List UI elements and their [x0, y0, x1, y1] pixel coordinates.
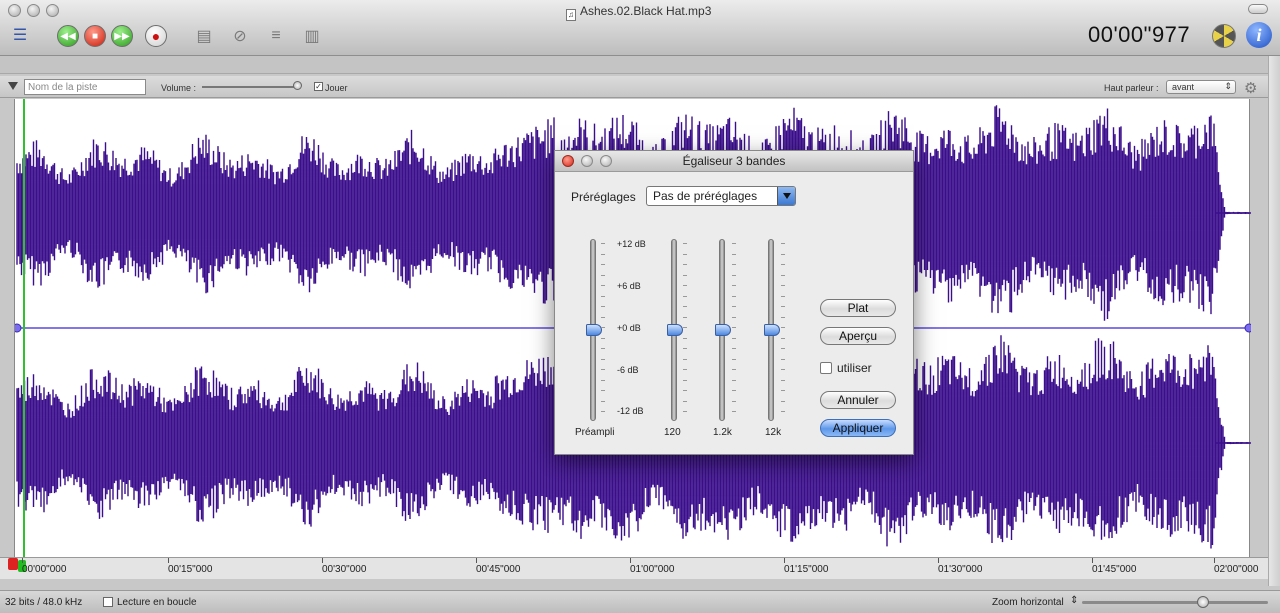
dialog-titlebar: Égaliseur 3 bandes — [555, 151, 913, 172]
dialog-close-button[interactable] — [562, 155, 574, 167]
zoom-slider[interactable] — [1082, 601, 1268, 604]
track-name-input[interactable]: Nom de la piste — [24, 79, 146, 95]
band-12k-slider-knob[interactable] — [764, 324, 780, 336]
db-label: +12 dB — [617, 239, 646, 249]
zoom-stepper-icon[interactable]: ⇕ — [1070, 595, 1078, 606]
window-title-text: Ashes.02.Black Hat.mp3 — [580, 4, 712, 18]
db-label: +0 dB — [617, 323, 641, 333]
zoom-window-button[interactable] — [46, 4, 59, 17]
db-label: -6 dB — [617, 365, 639, 375]
band-120-slider[interactable] — [667, 239, 683, 421]
timeline-ruler[interactable]: 00'00"000 00'15"000 00'30"000 00'45"000 … — [0, 557, 1268, 579]
db-label: +6 dB — [617, 281, 641, 291]
band-12k-slider[interactable] — [764, 239, 780, 421]
gear-icon[interactable]: ⚙ — [1244, 79, 1257, 97]
document-icon: ♫ — [566, 9, 576, 21]
dialog-zoom-button[interactable] — [600, 155, 612, 167]
add-track-icon[interactable]: ▤ — [190, 25, 218, 47]
chevron-down-icon[interactable] — [777, 187, 795, 205]
loop-label: Lecture en boucle — [117, 597, 197, 608]
minimize-window-button[interactable] — [27, 4, 40, 17]
dialog-minimize-button[interactable] — [581, 155, 593, 167]
speaker-value: avant — [1172, 82, 1195, 92]
zoom-label: Zoom horizontal — [992, 597, 1064, 608]
band-label-preamp: Préampli — [575, 427, 615, 438]
equalizer-dialog: Égaliseur 3 bandes Préréglages Pas de pr… — [554, 150, 914, 455]
dialog-title: Égaliseur 3 bandes — [682, 154, 786, 168]
loop-checkbox[interactable] — [103, 597, 113, 607]
timeline-tick: 00'45"000 — [476, 558, 521, 575]
volume-label: Volume : — [161, 83, 197, 93]
preamp-tick-marks — [601, 243, 606, 415]
timeline-tick: 01'45"000 — [1092, 558, 1137, 575]
speaker-select[interactable]: avant — [1166, 80, 1236, 94]
presets-value: Pas de préréglages — [653, 189, 758, 203]
band-label-120: 120 — [664, 427, 681, 438]
toolbar-toggle-button[interactable] — [1248, 4, 1268, 14]
volume-slider-knob[interactable] — [293, 81, 303, 90]
export-icon[interactable]: ▥ — [298, 25, 326, 47]
timeline-tick: 02'00"000 — [1214, 558, 1259, 575]
disclosure-triangle-icon[interactable] — [8, 82, 18, 90]
cancel-button[interactable]: Annuler — [820, 391, 896, 409]
play-label: Jouer — [325, 83, 348, 93]
timeline-tick: 00'30"000 — [322, 558, 367, 575]
band-12k-tick-marks — [781, 243, 786, 415]
preview-button[interactable]: Aperçu — [820, 327, 896, 345]
timeline-tick: 00'15"000 — [168, 558, 213, 575]
vertical-scrollbar[interactable] — [1268, 56, 1280, 586]
rewind-button[interactable]: ◀◀ — [57, 25, 79, 47]
format-label: 32 bits / 48.0 kHz — [5, 597, 83, 608]
timeline-tick: 01'00"000 — [630, 558, 675, 575]
timeline-tick: 00'00"000 — [22, 558, 67, 575]
play-checkbox[interactable]: ✓ — [314, 82, 323, 91]
use-label: utiliser — [837, 361, 872, 375]
window-titlebar: ♫ Ashes.02.Black Hat.mp3 ☰ ◀◀ ■ ▶▶ ● ▤ ⊘ … — [0, 0, 1280, 56]
fast-forward-button[interactable]: ▶▶ — [111, 25, 133, 47]
timecode-display: 00'00"977 — [1088, 22, 1191, 47]
band-label-12k: 12k — [765, 427, 782, 438]
flat-button[interactable]: Plat — [820, 299, 896, 317]
preamp-slider-knob[interactable] — [586, 324, 602, 336]
zoom-slider-knob[interactable] — [1196, 596, 1209, 608]
remove-track-icon[interactable]: ⊘ — [226, 25, 254, 47]
radiation-icon[interactable] — [1212, 24, 1236, 48]
band-120-tick-marks — [683, 243, 688, 415]
presets-label: Préréglages — [571, 190, 636, 204]
timeline-tick: 01'15"000 — [784, 558, 829, 575]
waveform-toggle-icon[interactable]: ☰ — [6, 24, 34, 46]
record-button[interactable]: ● — [145, 25, 167, 47]
window-title: ♫ Ashes.02.Black Hat.mp3 — [566, 4, 711, 21]
playhead-marker[interactable] — [8, 558, 18, 570]
toolbar-divider — [0, 56, 1280, 74]
band-120-slider-knob[interactable] — [667, 324, 683, 336]
volume-slider[interactable] — [202, 86, 300, 88]
use-checkbox[interactable] — [820, 362, 832, 374]
stop-button[interactable]: ■ — [84, 25, 106, 47]
band-1-2k-slider-knob[interactable] — [715, 324, 731, 336]
mixer-icon[interactable]: ≡ — [262, 25, 290, 47]
db-label: -12 dB — [617, 406, 644, 416]
band-label-1-2k: 1.2k — [713, 427, 732, 438]
speaker-label: Haut parleur : — [1104, 83, 1159, 93]
track-header: Nom de la piste Volume : ✓ Jouer Haut pa… — [0, 76, 1268, 98]
info-icon[interactable]: i — [1246, 22, 1272, 48]
status-bar: 32 bits / 48.0 kHz Lecture en boucle Zoo… — [0, 590, 1280, 613]
timeline-tick: 01'30"000 — [938, 558, 983, 575]
close-window-button[interactable] — [8, 4, 21, 17]
presets-select[interactable]: Pas de préréglages — [646, 186, 796, 206]
apply-button[interactable]: Appliquer — [820, 419, 896, 437]
band-1-2k-slider[interactable] — [715, 239, 731, 421]
preamp-slider[interactable] — [586, 239, 602, 421]
band-1-2k-tick-marks — [732, 243, 737, 415]
